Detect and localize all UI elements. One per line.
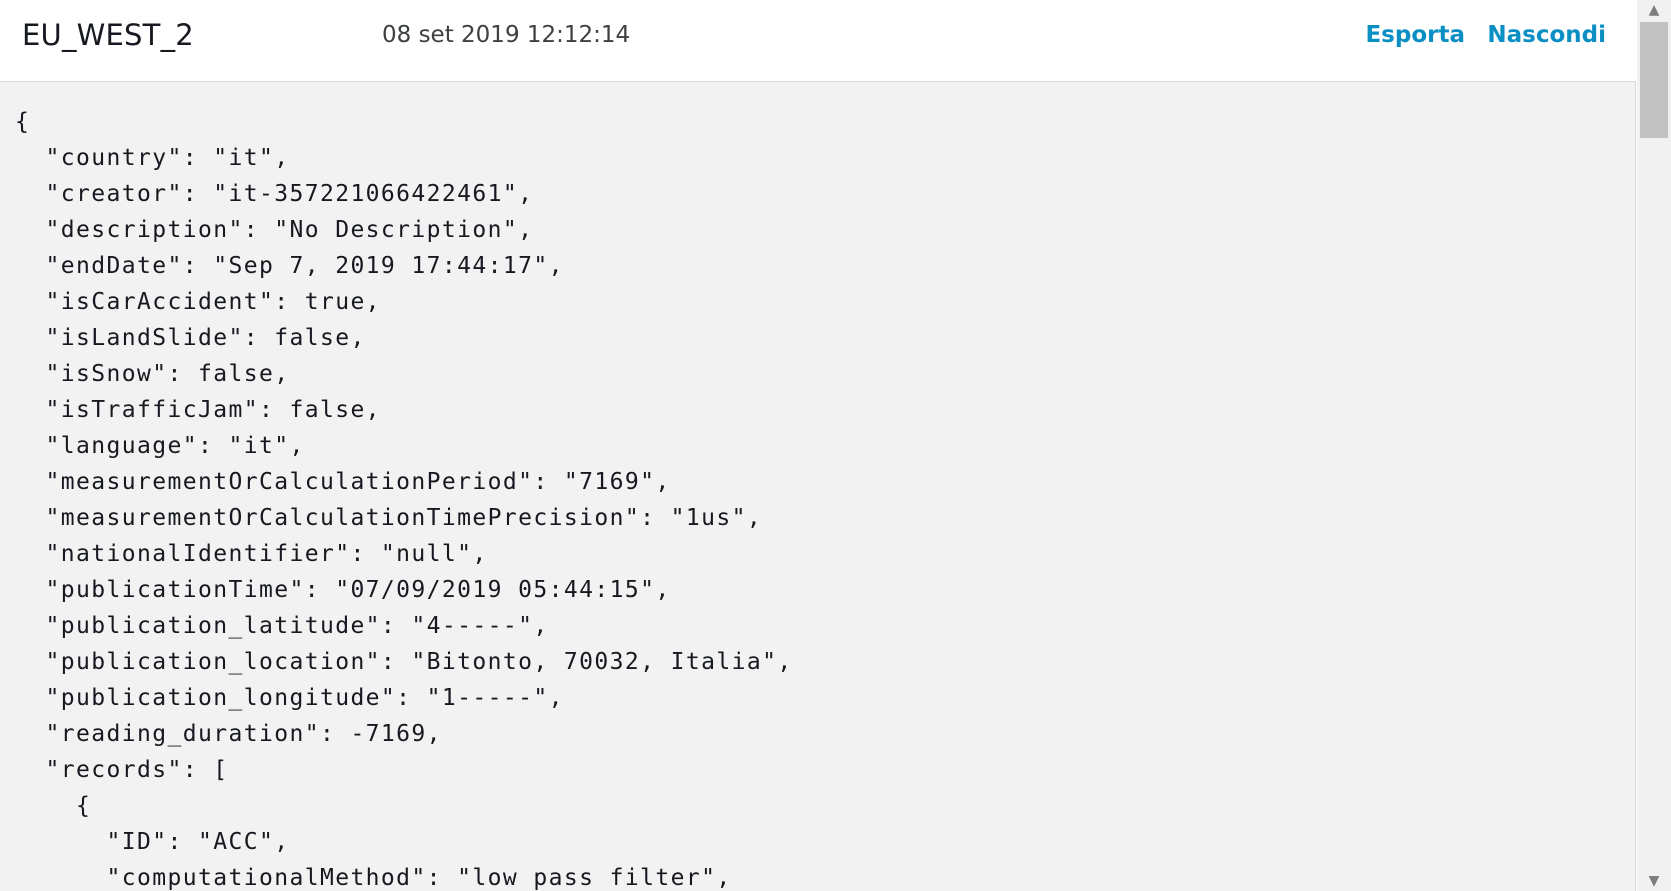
code-line: "country": "it", <box>15 145 290 171</box>
code-line: "reading_duration": -7169, <box>15 721 442 747</box>
event-timestamp: 08 set 2019 12:12:14 <box>382 22 631 48</box>
json-viewer[interactable]: { "country": "it", "creator": "it-357221… <box>0 82 1636 891</box>
region-title: EU_WEST_2 <box>22 18 194 52</box>
triangle-down-icon[interactable]: ▼ <box>1637 871 1671 891</box>
code-line: "ID": "ACC", <box>15 829 290 855</box>
code-line: "language": "it", <box>15 433 305 459</box>
code-line: { <box>15 793 92 819</box>
code-line: "isLandSlide": false, <box>15 325 366 351</box>
code-line: "description": "No Description", <box>15 217 534 243</box>
code-line: "endDate": "Sep 7, 2019 17:44:17", <box>15 253 564 279</box>
code-line: "creator": "it-357221066422461", <box>15 181 534 207</box>
code-line: "publication_latitude": "4-----", <box>15 613 549 639</box>
code-line: "nationalIdentifier": "null", <box>15 541 488 567</box>
vertical-scrollbar[interactable]: ▲ ▼ <box>1637 0 1671 891</box>
scrollbar-thumb[interactable] <box>1640 22 1668 138</box>
code-line: "publication_location": "Bitonto, 70032,… <box>15 649 793 675</box>
triangle-up-icon[interactable]: ▲ <box>1637 0 1671 20</box>
code-line: "publicationTime": "07/09/2019 05:44:15"… <box>15 577 671 603</box>
code-line: "isSnow": false, <box>15 361 290 387</box>
code-line: "measurementOrCalculationPeriod": "7169"… <box>15 469 671 495</box>
json-code: { "country": "it", "creator": "it-357221… <box>0 82 1635 891</box>
code-line: "measurementOrCalculationTimePrecision":… <box>15 505 763 531</box>
export-button[interactable]: Esporta <box>1365 22 1465 48</box>
details-header: EU_WEST_2 08 set 2019 12:12:14 Esporta N… <box>0 0 1636 82</box>
code-line: { <box>15 109 31 135</box>
code-line: "computationalMethod": "low pass filter"… <box>15 865 732 891</box>
code-line: "isCarAccident": true, <box>15 289 381 315</box>
code-line: "publication_longitude": "1-----", <box>15 685 564 711</box>
hide-button[interactable]: Nascondi <box>1487 22 1606 48</box>
code-line: "isTrafficJam": false, <box>15 397 381 423</box>
code-line: "records": [ <box>15 757 229 783</box>
